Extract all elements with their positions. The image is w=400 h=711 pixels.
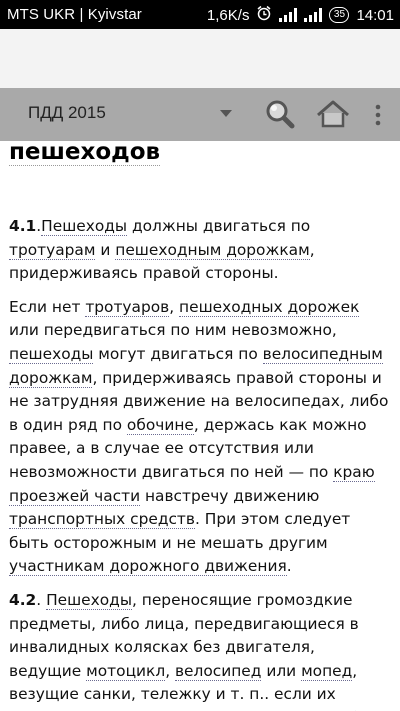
status-right: 1,6K/s 35 14:01 xyxy=(207,5,394,25)
text-segment: могут двигаться по xyxy=(93,344,263,363)
glossary-link[interactable]: тротуарам xyxy=(9,240,96,260)
alarm-icon xyxy=(256,5,272,25)
text-segment: , xyxy=(169,297,180,316)
app-header-spacer xyxy=(0,29,400,88)
glossary-link[interactable]: участникам дорожного движения xyxy=(9,557,287,577)
paragraph-4-1: 4.1.Пешеходы должны двигаться по тротуар… xyxy=(9,215,391,286)
text-segment: или передвигаться по ним невозможно, xyxy=(9,321,337,340)
glossary-link[interactable]: пешеходы xyxy=(9,344,94,364)
paragraph-4-1-continued: Если нет тротуаров, пешеходных дорожек и… xyxy=(9,296,391,579)
home-icon[interactable] xyxy=(314,97,350,133)
search-icon[interactable] xyxy=(262,97,298,133)
text-segment: Если нет xyxy=(9,297,86,316)
text-segment: . xyxy=(286,557,292,576)
status-bar: MTS UKR | Kyivstar 1,6K/s 35 14:01 xyxy=(0,0,400,29)
text-segment: навстречу движению xyxy=(140,486,320,505)
text-segment: и xyxy=(95,240,116,259)
paragraph-4-2: 4.2. Пешеходы, переносящие громоздкие пр… xyxy=(9,589,391,711)
text-segment: или xyxy=(261,661,302,680)
battery-icon: 35 xyxy=(329,7,350,23)
toolbar: ПДД 2015 xyxy=(0,88,400,141)
glossary-link[interactable]: пешеходных дорожек xyxy=(179,297,360,317)
glossary-link[interactable]: пешеходным дорожкам xyxy=(115,240,310,260)
signal-2-icon xyxy=(304,8,323,22)
rule-number: 4.1 xyxy=(9,217,37,235)
document-title[interactable]: ПДД 2015 xyxy=(28,103,106,123)
overflow-menu-icon[interactable] xyxy=(368,97,388,133)
glossary-link[interactable]: мотоцикл xyxy=(86,661,166,681)
glossary-link[interactable]: тротуаров xyxy=(85,297,170,317)
text-segment: , xyxy=(165,661,175,680)
section-heading: пешеходов xyxy=(9,141,161,166)
text-segment: . xyxy=(36,590,47,609)
glossary-link[interactable]: Пешеходы xyxy=(46,590,132,610)
carrier-label: MTS UKR | Kyivstar xyxy=(7,6,142,23)
glossary-link[interactable]: Пешеходы xyxy=(41,217,128,236)
text-segment: должны двигаться по xyxy=(127,217,311,235)
glossary-link[interactable]: велосипед xyxy=(174,661,262,681)
chevron-down-icon[interactable] xyxy=(220,110,232,117)
glossary-link[interactable]: обочине xyxy=(126,415,194,435)
glossary-link[interactable]: мопед xyxy=(301,661,353,681)
signal-icon xyxy=(279,8,298,22)
rule-number: 4.2 xyxy=(9,590,37,609)
clock: 14:01 xyxy=(356,6,394,24)
network-speed: 1,6K/s xyxy=(206,6,250,24)
article-content[interactable]: пешеходов 4.1.Пешеходы должны двигаться … xyxy=(0,141,400,711)
glossary-link[interactable]: транспортных средств xyxy=(9,510,195,530)
